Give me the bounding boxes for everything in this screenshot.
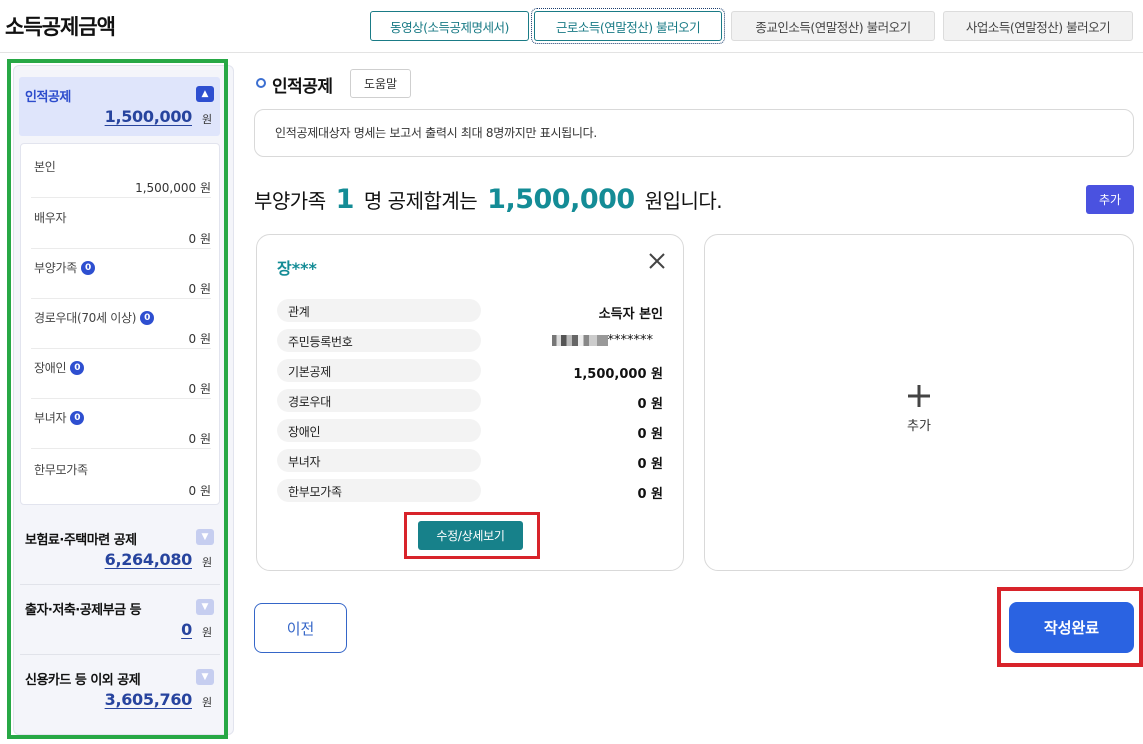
close-icon[interactable] bbox=[647, 251, 667, 271]
row-value: 1,500,000 원 bbox=[573, 367, 663, 382]
add-button[interactable]: 추가 bbox=[1086, 185, 1134, 214]
load-business-income-button[interactable]: 사업소득(연말정산) 불러오기 bbox=[943, 11, 1133, 41]
help-button[interactable]: 도움말 bbox=[350, 69, 411, 98]
row-value: 0 원 bbox=[637, 397, 663, 412]
row-value: 0 원 bbox=[637, 487, 663, 502]
load-earned-income-button[interactable]: 근로소득(연말정산) 불러오기 bbox=[531, 8, 725, 44]
previous-button[interactable]: 이전 bbox=[254, 603, 347, 653]
row-label: 경로우대 bbox=[277, 389, 481, 412]
row-label: 한부모가족 bbox=[277, 479, 481, 502]
section-title: 인적공제 bbox=[272, 77, 333, 97]
add-person-label: 추가 bbox=[907, 419, 931, 434]
header-divider bbox=[0, 52, 1143, 53]
row-label: 장애인 bbox=[277, 419, 481, 442]
row-value: 0 원 bbox=[637, 457, 663, 472]
row-value: 소득자 본인 bbox=[598, 307, 663, 322]
plus-icon bbox=[908, 385, 930, 407]
summary-prefix: 부양가족 bbox=[254, 189, 326, 213]
add-person-card[interactable]: 추가 bbox=[704, 234, 1134, 571]
row-label: 부녀자 bbox=[277, 449, 481, 472]
person-name: 장*** bbox=[277, 259, 317, 278]
notice-box: 인적공제대상자 명세는 보고서 출력시 최대 8명까지만 표시됩니다. bbox=[254, 109, 1134, 157]
load-religious-income-button[interactable]: 종교인소득(연말정산) 불러오기 bbox=[731, 11, 935, 41]
complete-button[interactable]: 작성완료 bbox=[1009, 602, 1134, 653]
summary-mid: 명 공제합계는 bbox=[363, 189, 478, 213]
row-label: 기본공제 bbox=[277, 359, 481, 382]
edit-detail-button[interactable]: 수정/상세보기 bbox=[418, 521, 523, 550]
row-label: 관계 bbox=[277, 299, 481, 322]
video-button[interactable]: 동영상(소득공제명세서) bbox=[370, 11, 529, 41]
masked-id-image bbox=[551, 335, 608, 346]
deduction-total: 1,500,000 bbox=[487, 184, 635, 215]
summary-suffix: 원입니다. bbox=[644, 189, 723, 213]
bullet-ring-icon bbox=[256, 78, 266, 88]
sidebar-highlight-box bbox=[7, 59, 228, 739]
row-label: 주민등록번호 bbox=[277, 329, 481, 352]
row-value: 0 원 bbox=[637, 427, 663, 442]
person-card: 장*** 관계 소득자 본인 주민등록번호 ******* 기본공제 1,500… bbox=[256, 234, 684, 571]
page-title: 소득공제금액 bbox=[5, 15, 116, 39]
dependent-count: 1 bbox=[335, 184, 355, 215]
row-value: ******* bbox=[551, 333, 653, 348]
deduction-summary: 부양가족 1 명 공제합계는 1,500,000 원입니다. bbox=[254, 184, 723, 215]
